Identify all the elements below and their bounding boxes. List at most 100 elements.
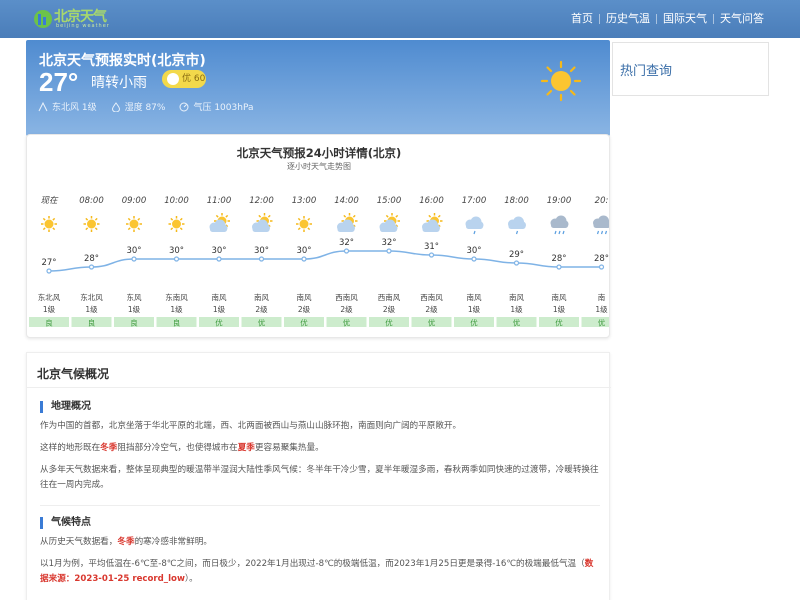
temp-point <box>471 256 477 262</box>
current-meta: 东北风 1级 湿度 87% 气压 1003hPa <box>38 100 267 113</box>
hot-queries-title: 热门查询 <box>620 64 673 79</box>
aqi-bar <box>581 317 609 327</box>
aqi-badge[interactable]: 优 60 <box>162 70 206 88</box>
text-span: 从历史天气数据看， <box>40 537 118 547</box>
current-weather-card: 北京天气预报实时(北京市) 27° 晴转小雨 优 60 东北风 1级 湿度 87… <box>26 40 610 136</box>
sun-icon <box>126 216 142 232</box>
wind-direction-label: 南风 <box>297 292 312 302</box>
rain-icon <box>550 215 569 235</box>
temp-point <box>343 248 350 254</box>
nav-weather-qa[interactable]: 天气问答 <box>713 13 770 24</box>
temp-value-label: 28° <box>551 254 566 264</box>
geography-heading: 地理概况 <box>40 401 91 413</box>
partly-cloudy-icon <box>209 213 230 232</box>
wind-direction-label: 南风 <box>212 292 227 302</box>
wind-level-label: 1级 <box>468 304 481 314</box>
hour-label: 17:00 <box>462 196 487 206</box>
temp-value-label: 28° <box>84 254 99 264</box>
geography-paragraph-1: 作为中国的首都，北京坐落于华北平原的北端，西、北两面被西山与燕山山脉环抱，南面则… <box>40 421 462 431</box>
temp-point <box>428 252 435 258</box>
wind-level-label: 1级 <box>553 304 566 314</box>
text-span: 阻挡部分冷空气，也使得城市在 <box>117 443 238 453</box>
aqi-level-label: 优 <box>428 318 436 328</box>
temp-value-label: 28° <box>594 254 609 264</box>
wind-direction-label: 东北风 <box>80 292 103 302</box>
pressure-text: 气压 1003hPa <box>193 103 254 113</box>
section-divider <box>40 505 600 506</box>
hour-label: 13:00 <box>292 196 317 206</box>
wind-level-label: 1级 <box>510 304 523 314</box>
nav-international-weather[interactable]: 国际天气 <box>656 13 713 24</box>
wind-level-label: 1级 <box>43 304 56 314</box>
text-span: ）。 <box>184 574 198 584</box>
temp-point <box>216 256 222 262</box>
aqi-level-label: 优 <box>470 318 478 328</box>
geography-paragraph-3: 从多年天气数据来看，整体呈现典型的暖温带半湿润大陆性季风气候：冬半年干冷少雪，夏… <box>40 465 599 490</box>
temp-value-label: 29° <box>509 250 524 260</box>
hour-label: 现在 <box>40 195 59 206</box>
temp-value-label: 30° <box>254 246 269 256</box>
wind-level-label: 2级 <box>255 304 268 314</box>
site-logo[interactable]: 北京天气 beijing weather <box>32 6 112 32</box>
aqi-level-label: 优 <box>215 318 223 328</box>
hour-label: 15:00 <box>377 196 402 206</box>
partly-cloudy-icon <box>422 213 443 232</box>
wind-info: 东北风 1级 <box>38 100 97 113</box>
hour-label: 14:00 <box>334 196 359 206</box>
aqi-level-label: 优 <box>385 318 393 328</box>
main-nav: 首页 历史气温 国际天气 天气问答 <box>565 0 770 38</box>
temp-point <box>46 268 52 274</box>
wind-level-label: 2级 <box>340 304 353 314</box>
partly-cloudy-icon <box>337 213 358 232</box>
wind-direction-label: 东北风 <box>38 292 61 302</box>
climate-features-heading: 气候特点 <box>40 517 91 529</box>
aqi-level-label: 优 <box>555 318 563 328</box>
temp-point <box>513 260 520 266</box>
wind-level-label: 1级 <box>85 304 98 314</box>
climate-paragraph-1: 从历史天气数据看，冬季的寒冷感非常鲜明。 <box>40 535 600 550</box>
light-rain-icon <box>465 216 484 235</box>
top-nav-bar: 北京天气 beijing weather 首页 历史气温 国际天气 天气问答 <box>0 0 800 38</box>
highlight-winter: 冬季 <box>100 443 118 453</box>
hour-label: 11:00 <box>207 196 232 206</box>
hour-label: 18:00 <box>504 196 529 206</box>
wind-level-label: 2级 <box>383 304 396 314</box>
temp-point <box>88 264 95 270</box>
wind-level-label: 1级 <box>213 304 226 314</box>
logo-icon <box>34 10 52 28</box>
nav-home[interactable]: 首页 <box>565 13 599 24</box>
wind-icon <box>38 101 48 111</box>
wind-level-label: 2级 <box>425 304 438 314</box>
temp-point <box>598 264 605 270</box>
temp-point <box>556 264 562 270</box>
aqi-dot-icon <box>167 73 179 85</box>
hour-label: 10:00 <box>164 196 189 206</box>
hourly-forecast-chart: 现在 27° 东北风 1级良 08:00 28° 东北风 1级良 09:00 30° 东风 1级良 10… <box>29 195 609 328</box>
hour-label: 20: <box>595 196 609 206</box>
wind-direction-label: 东南风 <box>165 292 188 302</box>
sun-icon <box>41 216 57 232</box>
climate-paragraph-2: 以1月为例，平均低温在-6℃至-8℃之间，而日极少，2022年1月出现过-8℃的… <box>40 557 600 587</box>
wind-direction-label: 西南风 <box>335 292 358 302</box>
light-rain-icon <box>508 216 526 235</box>
wind-level-label: 2级 <box>298 304 311 314</box>
nav-history-temp[interactable]: 历史气温 <box>599 13 656 24</box>
temp-point <box>386 248 392 254</box>
aqi-label: 优 60 <box>182 74 206 84</box>
temp-point <box>131 256 137 262</box>
hourly-forecast-card: 北京天气预报24小时详情(北京) 逐小时天气走势图 现在 27° 东北风 1级良 08:… <box>26 134 610 338</box>
wind-direction-label: 南 <box>598 292 606 302</box>
temp-value-label: 30° <box>126 246 141 256</box>
hour-label: 19:00 <box>547 196 572 206</box>
climate-overview-title: 北京气候概况 <box>37 367 110 381</box>
temp-value-label: 32° <box>339 238 354 248</box>
aqi-level-label: 良 <box>173 318 181 328</box>
wind-direction-label: 南风 <box>254 292 269 302</box>
text-span: 更容易聚集热量。 <box>254 443 324 453</box>
temp-value-label: 31° <box>424 242 439 252</box>
temp-value-label: 30° <box>466 246 481 256</box>
humidity-text: 湿度 87% <box>124 103 166 113</box>
wind-direction-label: 东风 <box>127 292 142 302</box>
pressure-gauge-icon <box>179 102 189 111</box>
sun-icon <box>540 60 582 102</box>
